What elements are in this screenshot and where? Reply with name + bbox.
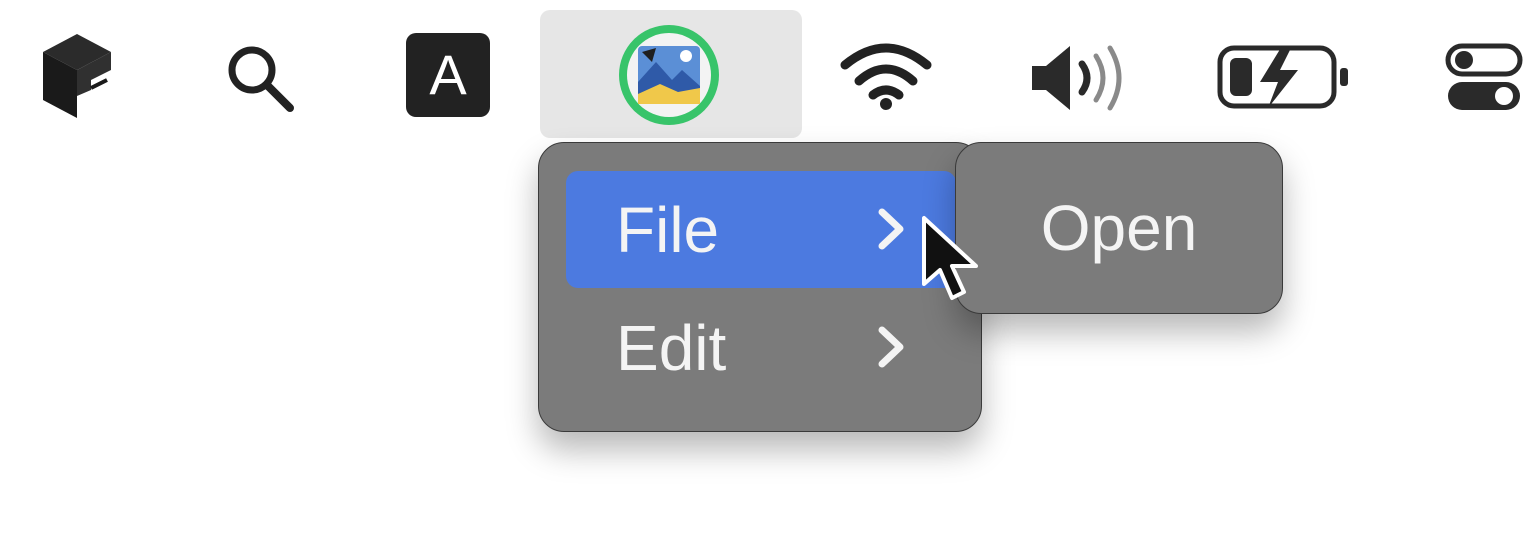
menu-item-file[interactable]: File <box>566 171 956 288</box>
input-source-letter: A <box>406 33 490 117</box>
file-submenu: Open <box>955 142 1283 314</box>
search-icon[interactable] <box>222 40 298 116</box>
control-center-icon[interactable] <box>1444 38 1524 118</box>
volume-icon[interactable] <box>1026 40 1130 116</box>
menu-bar: A <box>0 0 1527 150</box>
mouse-pointer-icon <box>920 214 984 311</box>
app-cube-icon[interactable] <box>30 30 120 120</box>
photo-app-icon[interactable] <box>616 22 722 128</box>
chevron-right-icon <box>876 311 906 385</box>
keyboard-input-icon[interactable]: A <box>406 33 490 117</box>
submenu-item-open[interactable]: Open <box>1017 181 1222 275</box>
menu-item-edit[interactable]: Edit <box>566 289 956 406</box>
wifi-icon[interactable] <box>838 40 934 112</box>
battery-charging-icon[interactable] <box>1216 42 1354 112</box>
status-menu: File Edit <box>538 142 982 432</box>
chevron-right-icon <box>876 193 906 267</box>
